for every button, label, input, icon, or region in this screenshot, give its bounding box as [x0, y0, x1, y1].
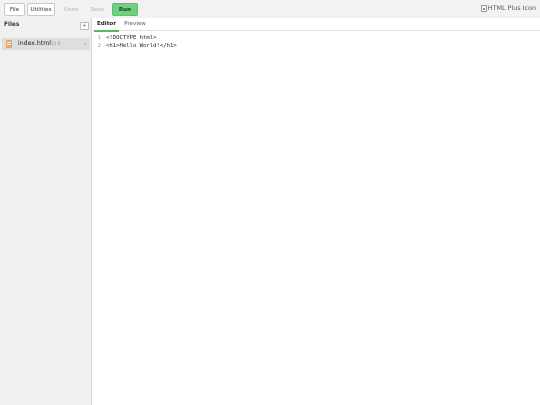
- logo-alt-text: HTML Plus Icon: [487, 4, 536, 12]
- tab-preview[interactable]: Preview: [123, 18, 147, 31]
- editor-tabs: Editor Preview: [93, 18, 540, 32]
- tab-editor[interactable]: Editor: [94, 18, 119, 32]
- sidebar-title: Files: [4, 22, 20, 28]
- file-name: index.html: [18, 40, 51, 47]
- utilities-menu-button[interactable]: Utilities: [27, 3, 55, 16]
- line-text: <!DOCTYPE html>: [106, 35, 157, 41]
- add-file-button[interactable]: +: [80, 22, 89, 30]
- code-line: 1 <!DOCTYPE html>: [93, 34, 540, 42]
- code-line: 2 <h1>Hello World!</h1>: [93, 42, 540, 50]
- line-number: 1: [97, 35, 101, 41]
- broken-image-icon: [480, 4, 487, 12]
- file-menu-button[interactable]: File: [4, 3, 25, 16]
- app-logo: HTML Plus Icon: [480, 2, 536, 14]
- files-sidebar: Files + index.html 53 B ▾: [0, 18, 92, 405]
- undo-button[interactable]: Undo: [60, 3, 82, 16]
- html-editor-app: File Utilities Undo Redo Run HTML Plus I…: [0, 0, 540, 405]
- file-item-index-html[interactable]: index.html 53 B ▾: [2, 38, 90, 50]
- run-button[interactable]: Run: [112, 3, 138, 16]
- html-file-icon: [6, 40, 12, 48]
- code-editor[interactable]: 1 <!DOCTYPE html> 2 <h1>Hello World!</h1…: [93, 34, 540, 50]
- sidebar-header: Files +: [0, 18, 91, 36]
- toolbar: File Utilities Undo Redo Run HTML Plus I…: [0, 0, 540, 18]
- line-text: <h1>Hello World!</h1>: [106, 43, 177, 49]
- redo-button[interactable]: Redo: [87, 3, 108, 16]
- editor-panel: Editor Preview 1 <!DOCTYPE html> 2 <h1>H…: [93, 18, 540, 405]
- file-options-icon[interactable]: ▾: [84, 38, 86, 50]
- file-size: 53 B: [51, 41, 61, 46]
- line-number: 2: [97, 43, 101, 49]
